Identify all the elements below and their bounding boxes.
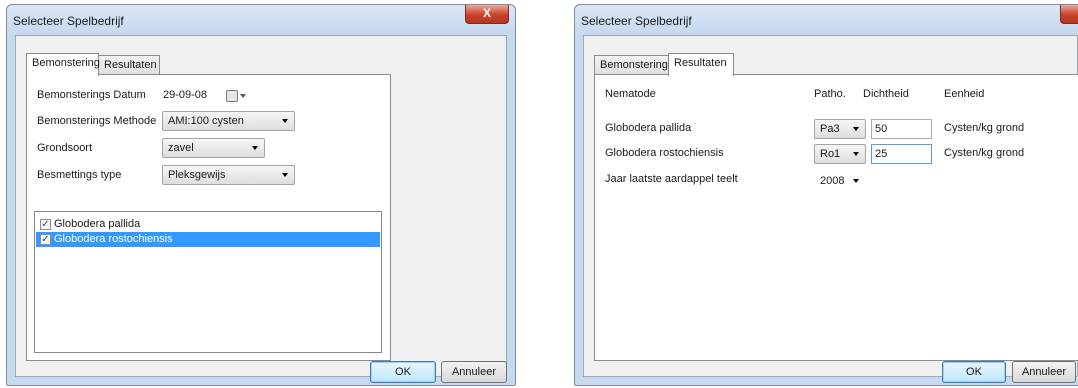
tab-bemonstering[interactable]: Bemonstering	[26, 53, 100, 76]
patho-value: Pa3	[820, 123, 840, 135]
row-eenheid: Cysten/kg grond	[944, 122, 1025, 134]
teelt-value: 2008	[820, 175, 845, 187]
header-eenheid: Eenheid	[944, 88, 985, 100]
methode-label: Bemonsterings Methode	[37, 115, 157, 127]
header-dichtheid: Dichtheid	[863, 88, 909, 100]
header-patho: Patho.	[814, 88, 846, 100]
row-nematode: Globodera rostochiensis	[605, 147, 724, 159]
dichtheid-input[interactable]: 50	[871, 119, 932, 139]
tab-panel-resultaten: Nematode Patho. Dichtheid Eenheid Globod…	[594, 74, 1078, 361]
checkbox-checked-icon[interactable]: ✓	[40, 219, 51, 230]
grondsoort-value: zavel	[168, 142, 194, 154]
methode-select[interactable]: AMI:100 cysten	[162, 111, 295, 131]
list-item[interactable]: ✓ Globodera pallida	[36, 217, 380, 232]
close-button[interactable]: X	[1060, 5, 1078, 24]
close-button[interactable]: X	[465, 5, 509, 24]
besmetting-label: Besmettings type	[37, 169, 122, 181]
teelt-label: Jaar laatste aardappel teelt	[605, 173, 738, 185]
dichtheid-input[interactable]: 25	[871, 144, 932, 164]
patho-select[interactable]: Ro1	[814, 144, 866, 164]
close-icon: X	[482, 6, 491, 20]
header-nematode: Nematode	[605, 88, 656, 100]
dialog-resultaten: Selecteer Spelbedrijf X Bemonstering Res…	[574, 4, 1078, 386]
chevron-down-icon	[853, 179, 859, 183]
title-bar[interactable]: Selecteer Spelbedrijf X	[7, 5, 515, 33]
datum-label: Bemonsterings Datum	[37, 89, 146, 101]
calendar-icon[interactable]	[226, 90, 238, 102]
patho-select[interactable]: Pa3	[814, 119, 866, 139]
ok-button[interactable]: OK	[942, 361, 1006, 383]
chevron-down-icon[interactable]	[240, 94, 246, 98]
dialog-client-area: Bemonstering Resultaten Nematode Patho. …	[583, 35, 1078, 383]
grondsoort-select[interactable]: zavel	[162, 138, 265, 158]
tab-bemonstering[interactable]: Bemonstering	[594, 55, 669, 74]
chevron-down-icon	[853, 152, 859, 156]
list-item-label: Globodera pallida	[54, 218, 141, 230]
cancel-button[interactable]: Annuleer	[441, 361, 507, 383]
chevron-down-icon	[853, 127, 859, 131]
row-eenheid: Cysten/kg grond	[944, 147, 1025, 159]
window-title: Selecteer Spelbedrijf	[13, 14, 124, 28]
nematode-list[interactable]: ✓ Globodera pallida ✓ Globodera rostochi…	[34, 211, 382, 353]
ok-button[interactable]: OK	[370, 361, 436, 383]
tab-resultaten[interactable]: Resultaten	[668, 53, 734, 76]
list-item[interactable]: ✓ Globodera rostochiensis	[36, 232, 380, 247]
patho-value: Ro1	[820, 148, 841, 160]
grondsoort-label: Grondsoort	[37, 142, 93, 154]
window-title: Selecteer Spelbedrijf	[581, 14, 692, 28]
list-item-label: Globodera rostochiensis	[54, 233, 173, 245]
teelt-select[interactable]: 2008	[814, 171, 866, 191]
tab-resultaten[interactable]: Resultaten	[98, 55, 160, 74]
tab-panel-bemonstering: Bemonsterings Datum 29-09-08 Bemonsterin…	[26, 74, 391, 361]
besmetting-value: Pleksgewijs	[168, 169, 226, 181]
datum-field[interactable]: 29-09-08	[163, 89, 207, 101]
row-nematode: Globodera pallida	[605, 122, 692, 134]
checkbox-checked-icon[interactable]: ✓	[40, 234, 51, 245]
dialog-client-area: Bemonstering Resultaten Bemonsterings Da…	[15, 35, 507, 383]
chevron-down-icon	[252, 146, 258, 150]
title-bar[interactable]: Selecteer Spelbedrijf X	[575, 5, 1078, 33]
methode-value: AMI:100 cysten	[168, 115, 244, 127]
cancel-button[interactable]: Annuleer	[1012, 361, 1076, 383]
besmetting-select[interactable]: Pleksgewijs	[162, 165, 295, 185]
dialog-bemonstering: Selecteer Spelbedrijf X Bemonstering Res…	[6, 4, 516, 386]
chevron-down-icon	[282, 119, 288, 123]
chevron-down-icon	[282, 173, 288, 177]
